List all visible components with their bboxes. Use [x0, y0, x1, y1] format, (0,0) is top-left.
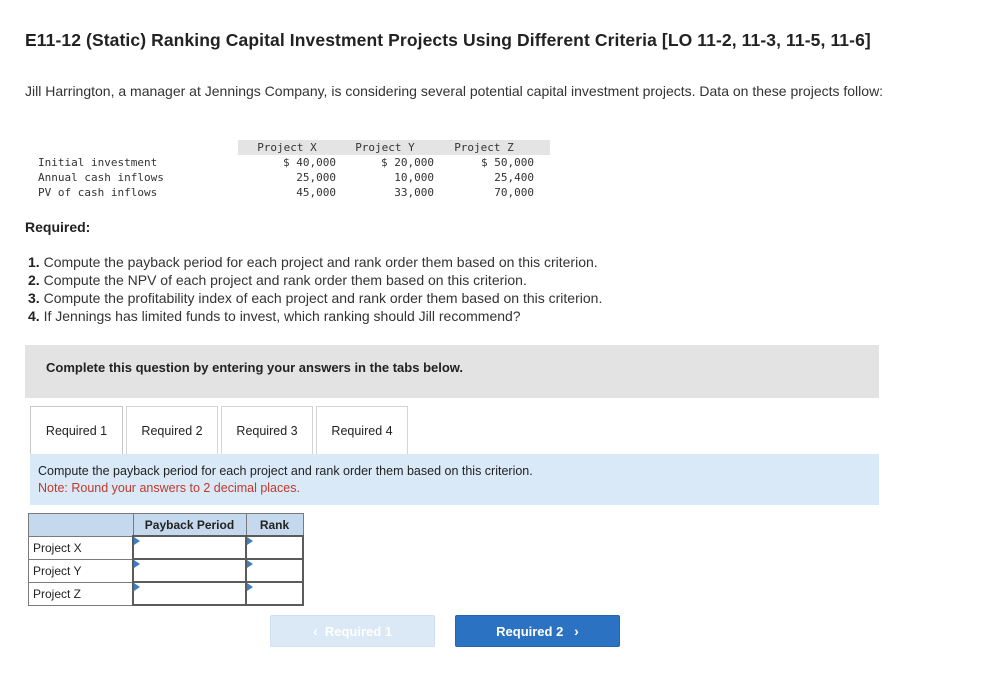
- previous-button-label: Required 1: [324, 623, 393, 639]
- header-project-x: Project X: [238, 140, 336, 155]
- requirement-number: 4.: [28, 308, 40, 324]
- table-row: Annual cash inflows 25,000 10,000 25,400: [38, 170, 550, 185]
- row-label-project-z: Project Z: [28, 581, 134, 606]
- payback-period-input[interactable]: [134, 560, 245, 581]
- table-row: Project X: [28, 535, 304, 560]
- required-heading: Required:: [25, 219, 91, 235]
- payback-period-project-y[interactable]: [132, 558, 247, 583]
- row-label: PV of cash inflows: [38, 186, 158, 199]
- requirements-list: 1. Compute the payback period for each p…: [28, 253, 928, 325]
- cell-value: 25,000: [296, 171, 336, 184]
- cell-value: 45,000: [296, 186, 336, 199]
- row-label: Initial investment: [38, 156, 158, 169]
- rank-project-x[interactable]: [245, 535, 304, 560]
- task-instructions: Compute the payback period for each proj…: [30, 454, 879, 505]
- payback-period-input[interactable]: [134, 537, 245, 558]
- table-header-row: Project X Project Y Project Z: [38, 140, 550, 155]
- intro-text: Jill Harrington, a manager at Jennings C…: [25, 83, 884, 99]
- cell-value: 25,400: [494, 171, 534, 184]
- instructions-banner: Complete this question by entering your …: [25, 345, 879, 398]
- tab-required-2[interactable]: Required 2: [126, 406, 218, 454]
- requirement-item: 4. If Jennings has limited funds to inve…: [28, 307, 928, 325]
- rank-project-y[interactable]: [245, 558, 304, 583]
- cell-value: $ 50,000: [481, 156, 534, 169]
- tab-required-3[interactable]: Required 3: [221, 406, 313, 454]
- rank-project-z[interactable]: [245, 581, 304, 606]
- table-row: Initial investment $ 40,000 $ 20,000 $ 5…: [38, 155, 550, 170]
- payback-period-project-z[interactable]: [132, 581, 247, 606]
- chevron-left-icon: ‹: [312, 623, 318, 639]
- row-label-project-y: Project Y: [28, 558, 134, 583]
- input-marker-icon: [134, 560, 140, 568]
- task-question: Compute the payback period for each proj…: [38, 464, 533, 478]
- row-label-project-x: Project X: [28, 535, 134, 560]
- requirement-item: 3. Compute the profitability index of ea…: [28, 289, 928, 307]
- next-button[interactable]: Required 2 ›: [455, 615, 620, 647]
- header-blank: [38, 140, 238, 155]
- answer-header-row: Payback Period Rank: [28, 513, 304, 537]
- task-note: Note: Round your answers to 2 decimal pl…: [38, 481, 300, 495]
- rank-input[interactable]: [247, 537, 302, 558]
- tab-required-1[interactable]: Required 1: [30, 406, 123, 455]
- table-row: PV of cash inflows 45,000 33,000 70,000: [38, 185, 550, 200]
- requirement-text: If Jennings has limited funds to invest,…: [43, 308, 521, 324]
- input-marker-icon: [247, 560, 253, 568]
- project-data-table: Project X Project Y Project Z Initial in…: [38, 140, 550, 200]
- rank-input[interactable]: [247, 583, 302, 604]
- cell-value: $ 40,000: [283, 156, 336, 169]
- payback-period-input[interactable]: [134, 583, 245, 604]
- cell-value: 33,000: [394, 186, 434, 199]
- tab-required-4[interactable]: Required 4: [316, 406, 408, 454]
- input-marker-icon: [134, 583, 140, 591]
- table-row: Project Y: [28, 558, 304, 583]
- payback-period-project-x[interactable]: [132, 535, 247, 560]
- row-label: Annual cash inflows: [38, 171, 164, 184]
- banner-text: Complete this question by entering your …: [46, 360, 464, 375]
- cell-value: 70,000: [494, 186, 534, 199]
- table-row: Project Z: [28, 581, 304, 606]
- requirement-number: 2.: [28, 272, 40, 288]
- requirement-text: Compute the profitability index of each …: [43, 290, 603, 306]
- cell-value: $ 20,000: [381, 156, 434, 169]
- rank-input[interactable]: [247, 560, 302, 581]
- page-title: E11-12 (Static) Ranking Capital Investme…: [25, 30, 871, 50]
- requirement-number: 1.: [28, 254, 40, 270]
- cell-value: 10,000: [394, 171, 434, 184]
- requirement-item: 2. Compute the NPV of each project and r…: [28, 271, 928, 289]
- requirement-text: Compute the payback period for each proj…: [43, 254, 598, 270]
- input-marker-icon: [134, 537, 140, 545]
- requirement-number: 3.: [28, 290, 40, 306]
- next-button-label: Required 2: [496, 623, 564, 639]
- previous-button[interactable]: ‹ Required 1: [270, 615, 435, 647]
- chevron-right-icon: ›: [574, 623, 579, 639]
- header-project-y: Project Y: [336, 140, 434, 155]
- input-marker-icon: [247, 583, 253, 591]
- answer-table: Payback Period Rank Project X Project Y …: [28, 513, 304, 606]
- requirement-text: Compute the NPV of each project and rank…: [43, 272, 527, 288]
- header-payback-period: Payback Period: [132, 513, 247, 537]
- input-marker-icon: [247, 537, 253, 545]
- answer-header-blank: [28, 513, 134, 537]
- requirement-item: 1. Compute the payback period for each p…: [28, 253, 928, 271]
- header-rank: Rank: [245, 513, 304, 537]
- header-project-z: Project Z: [434, 140, 550, 155]
